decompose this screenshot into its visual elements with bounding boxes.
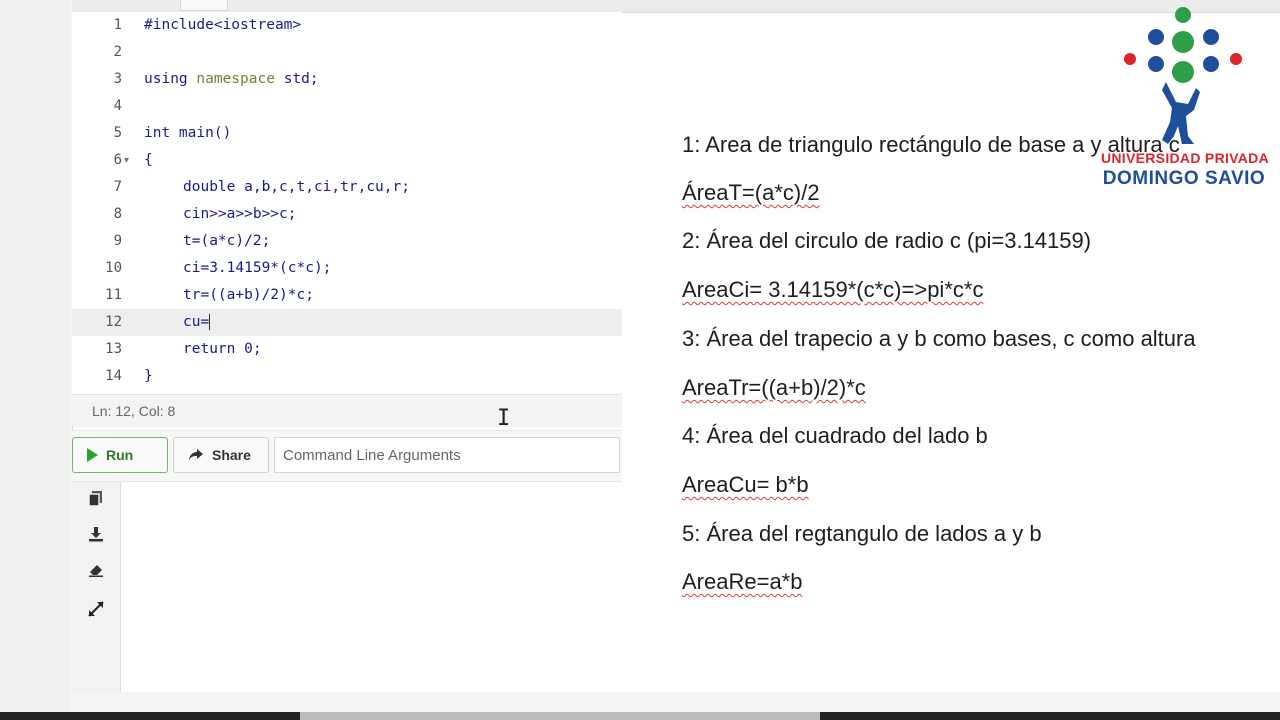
code-line: 13 return 0; [72, 336, 622, 363]
bottom-edge-segment [300, 712, 820, 720]
code-text: int main() [144, 125, 232, 141]
note-formula: AreaCi= 3.14159*(c*c)=>pi*c*c [682, 277, 983, 303]
editor-status-bar: Ln: 12, Col: 8 [72, 394, 622, 427]
clear-eraser-icon[interactable] [86, 562, 106, 582]
code-line: 4 [72, 93, 622, 120]
note-formula: AreaCu= b*b [682, 472, 809, 498]
editor-tab[interactable] [180, 0, 228, 11]
code-text: double a,b,c,t,ci,tr,cu,r; [183, 179, 410, 195]
note-text: 3: Área del trapecio a y b como bases, c… [682, 326, 1196, 351]
line-number: 8 [113, 206, 122, 222]
note-text: 4: Área del cuadrado del lado b [682, 423, 988, 448]
line-number: 1 [113, 17, 122, 33]
line-number: 14 [105, 368, 122, 384]
line-number: 12 [105, 314, 122, 330]
run-toolbar: Run Share [72, 430, 622, 482]
code-line: 2 [72, 39, 622, 66]
code-text: return 0; [183, 341, 262, 357]
code-text: t=(a*c)/2; [183, 233, 271, 249]
output-side-toolbar [72, 482, 121, 692]
code-text: ci=3.14159*(c*c); [183, 260, 332, 276]
line-number: 2 [113, 44, 122, 60]
line-number: 10 [105, 260, 122, 276]
note-formula: AreaRe=a*b [682, 569, 802, 595]
code-line: 6 ▾ { [72, 147, 622, 174]
command-line-arguments-input[interactable] [274, 437, 620, 473]
code-line: 7 double a,b,c,t,ci,tr,cu,r; [72, 174, 622, 201]
code-text: cu= [183, 309, 211, 336]
line-number: 11 [105, 287, 122, 303]
mouse-ibeam-cursor-icon: I [497, 406, 511, 431]
note-item: 5: Área del regtangulo de lados a y b [682, 521, 1042, 547]
expand-icon[interactable] [86, 600, 106, 620]
code-text: { [144, 152, 153, 168]
text-cursor [209, 314, 211, 330]
code-line: 8 cin>>a>>b>>c; [72, 201, 622, 228]
line-number: 9 [113, 233, 122, 249]
code-line: 10 ci=3.14159*(c*c); [72, 255, 622, 282]
code-editor[interactable]: 1 #include<iostream> 2 3 using namespace… [72, 12, 622, 394]
note-item: 2: Área del circulo de radio c (pi=3.141… [682, 228, 1091, 254]
code-line: 14 } [72, 363, 622, 390]
line-number: 5 [113, 125, 122, 141]
code-line: 3 using namespace std; [72, 66, 622, 93]
share-button-label: Share [212, 447, 251, 463]
logo-text-name: DOMINGO SAVIO [1102, 168, 1266, 189]
logo-text-university: UNIVERSIDAD PRIVADA [1100, 150, 1269, 166]
code-identifier: std; [274, 71, 319, 87]
formula-text: ÁreaT=(a*c)/2 [682, 180, 820, 205]
code-text: using namespace std; [144, 66, 319, 93]
line-number: 6 [113, 152, 122, 168]
code-line: 11 tr=((a+b)/2)*c; [72, 282, 622, 309]
cursor-position: Ln: 12, Col: 8 [92, 403, 176, 419]
note-item: 3: Área del trapecio a y b como bases, c… [682, 326, 1196, 352]
run-button[interactable]: Run [72, 437, 168, 473]
line-number: 3 [113, 71, 122, 87]
line-number: 7 [113, 179, 122, 195]
run-button-label: Run [106, 447, 134, 463]
share-button[interactable]: Share [173, 437, 269, 473]
code-keyword: using [144, 71, 197, 87]
note-text: 2: Área del circulo de radio c (pi=3.141… [682, 228, 1092, 253]
copy-icon[interactable] [86, 490, 106, 510]
formula-text: AreaCu= b*b [682, 472, 809, 497]
line-number: 13 [105, 341, 122, 357]
code-text: #include<iostream> [144, 17, 302, 33]
formula-text: AreaTr=((a+b)/2)*c [682, 375, 866, 400]
code-line-active: 12 cu= [72, 309, 622, 336]
code-identifier: cu= [183, 314, 210, 330]
code-line: 5 int main() [72, 120, 622, 147]
code-text: } [144, 368, 153, 384]
play-icon [87, 448, 98, 462]
line-number: 4 [113, 98, 122, 114]
code-line: 9 t=(a*c)/2; [72, 228, 622, 255]
left-margin [0, 0, 70, 720]
download-icon[interactable] [86, 526, 106, 546]
code-keyword-namespace: namespace [196, 71, 275, 87]
formula-text: AreaRe=a*b [682, 569, 803, 594]
note-formula: AreaTr=((a+b)/2)*c [682, 375, 866, 401]
note-item: 4: Área del cuadrado del lado b [682, 423, 988, 449]
note-formula: ÁreaT=(a*c)/2 [682, 180, 820, 206]
code-text: cin>>a>>b>>c; [183, 206, 297, 222]
note-text: 5: Área del regtangulo de lados a y b [682, 521, 1042, 546]
formula-text: AreaCi= 3.14159*(c*c)=>pi*c*c [682, 277, 984, 302]
fold-toggle-icon[interactable]: ▾ [124, 147, 129, 174]
code-text: tr=((a+b)/2)*c; [183, 287, 314, 303]
share-arrow-icon [189, 449, 203, 461]
code-line: 1 #include<iostream> [72, 12, 622, 39]
